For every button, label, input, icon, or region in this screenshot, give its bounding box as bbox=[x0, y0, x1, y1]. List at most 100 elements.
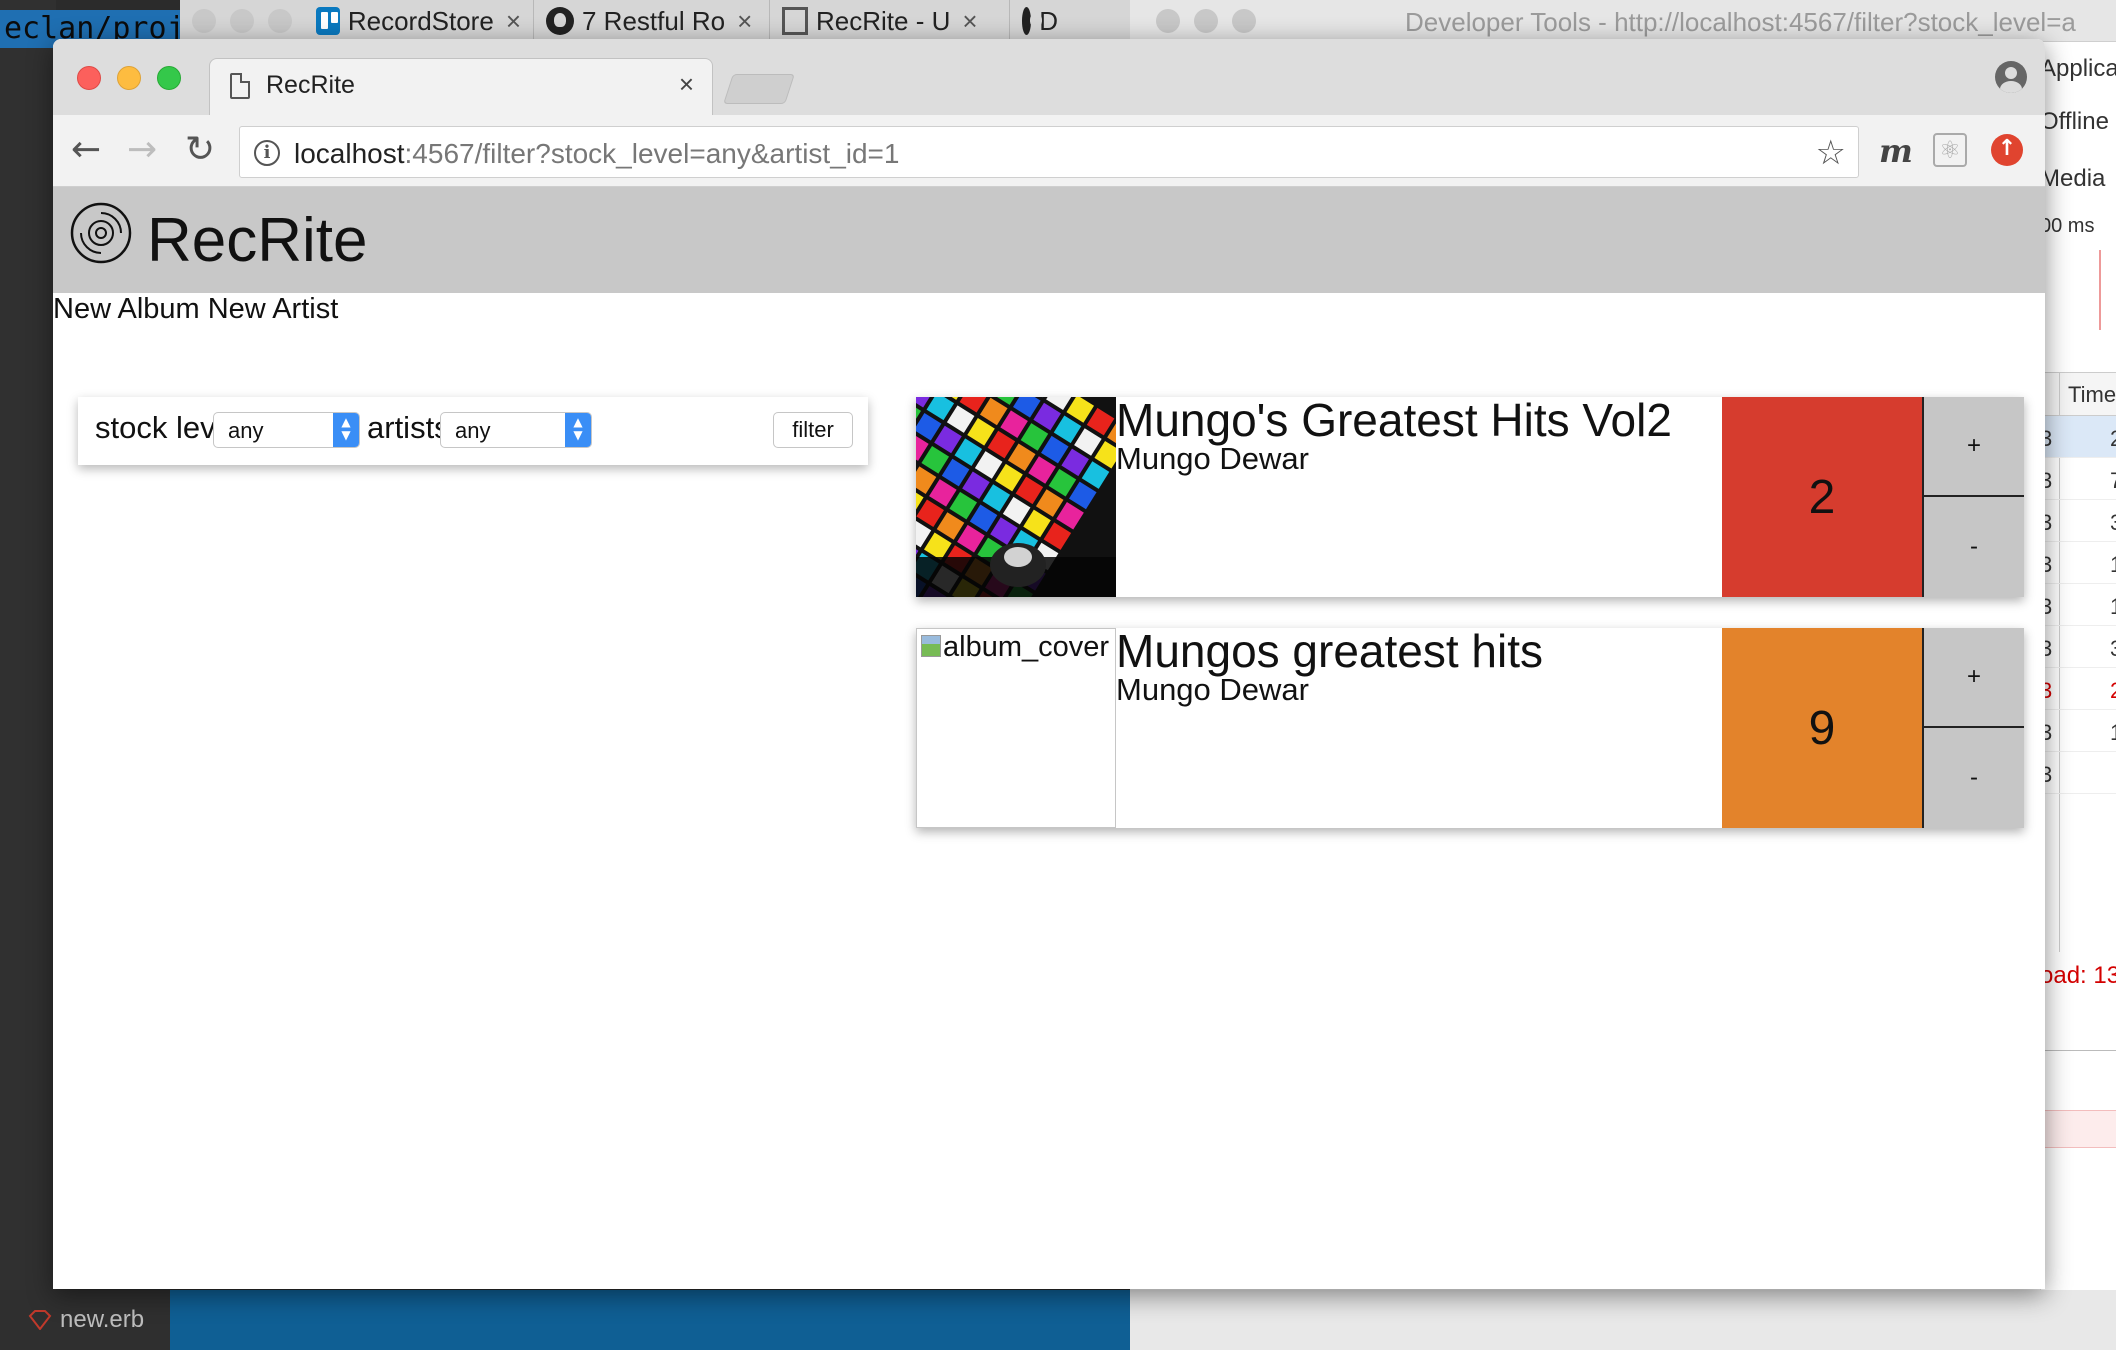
filter-button[interactable]: filter bbox=[773, 412, 853, 448]
network-row-time: 2 bbox=[2110, 678, 2116, 704]
editor-file-tab[interactable]: new.erb bbox=[0, 1290, 170, 1350]
page-icon bbox=[230, 73, 250, 99]
stock-count: 9 bbox=[1722, 628, 1924, 828]
artists-select[interactable]: any ▲ ▼ bbox=[440, 412, 592, 448]
tab-recrite[interactable]: RecRite × bbox=[209, 58, 713, 116]
background-tab-recordstore[interactable]: RecordStore × bbox=[304, 0, 534, 42]
info-icon[interactable]: i bbox=[254, 140, 280, 166]
devtools-title: Developer Tools - http://localhost:4567/… bbox=[1405, 7, 2076, 37]
network-row-time: 1 bbox=[2110, 720, 2116, 746]
new-album-link[interactable]: New Album bbox=[53, 293, 200, 325]
minimize-window-button[interactable] bbox=[117, 66, 141, 90]
extension-m-icon[interactable]: m bbox=[1879, 132, 1913, 170]
browser-toolbar: ← → ↻ i localhost:4567/filter?stock_leve… bbox=[53, 115, 2045, 187]
background-tab-recrite[interactable]: RecRite - U × bbox=[770, 0, 1010, 42]
stock-level-select[interactable]: any ▲ ▼ bbox=[213, 412, 360, 448]
increase-stock-button[interactable]: + bbox=[1924, 397, 2024, 497]
page-icon bbox=[782, 7, 808, 35]
network-row-time: 2 bbox=[2110, 426, 2116, 452]
album-title[interactable]: Mungo's Greatest Hits Vol2 bbox=[1116, 393, 1672, 447]
browser-titlebar: RecRite × bbox=[53, 39, 2045, 116]
page-viewport: RecRite New Album New Artist stock level… bbox=[53, 187, 2045, 1289]
new-tab-button[interactable] bbox=[723, 74, 795, 104]
url-host: localhost bbox=[294, 138, 405, 169]
site-title[interactable]: RecRite bbox=[147, 205, 368, 276]
timeline-marker bbox=[2099, 250, 2101, 330]
new-artist-link[interactable]: New Artist bbox=[208, 293, 339, 325]
stock-count: 2 bbox=[1722, 397, 1924, 597]
forward-arrow-icon[interactable]: → bbox=[127, 131, 157, 169]
devtools-window-controls bbox=[1144, 9, 1268, 33]
github-icon bbox=[546, 7, 574, 35]
background-tab-restful[interactable]: 7 Restful Ro × bbox=[534, 0, 770, 42]
disco-tiles-cover bbox=[916, 397, 1116, 597]
trello-icon bbox=[316, 7, 340, 35]
network-row[interactable]: 37 bbox=[2040, 458, 2116, 500]
reload-icon[interactable]: ↻ bbox=[185, 131, 215, 169]
react-devtools-icon[interactable]: ⚛ bbox=[1933, 133, 1967, 167]
broken-image-icon bbox=[921, 635, 941, 657]
network-row[interactable]: 33 bbox=[2040, 626, 2116, 668]
background-tab-label: D bbox=[1039, 5, 1058, 36]
time-column-header[interactable]: Time bbox=[2068, 382, 2116, 408]
network-row[interactable]: 32 bbox=[2040, 416, 2116, 458]
network-row[interactable]: 31 bbox=[2040, 542, 2116, 584]
background-tab-label: 7 Restful Ro bbox=[582, 5, 726, 36]
devtools-menu-application[interactable]: Applica bbox=[2040, 55, 2116, 83]
network-row[interactable]: 31 bbox=[2040, 584, 2116, 626]
close-icon[interactable]: × bbox=[506, 6, 521, 37]
background-tab-github[interactable]: D bbox=[1010, 0, 1070, 42]
tab-title: RecRite bbox=[266, 71, 355, 99]
ruby-icon bbox=[28, 1310, 52, 1330]
album-cover-image[interactable] bbox=[916, 397, 1116, 597]
filter-form: stock level any ▲ ▼ artists any ▲ ▼ filter bbox=[78, 397, 868, 465]
album-cover-image[interactable]: album_cover bbox=[916, 628, 1116, 828]
upload-extension-icon[interactable]: ↑ bbox=[1991, 134, 2023, 166]
close-icon[interactable]: × bbox=[737, 6, 752, 37]
album-title[interactable]: Mungos greatest hits bbox=[1116, 624, 1543, 678]
console-error-line bbox=[2040, 1110, 2116, 1148]
network-row-time: 3 bbox=[2110, 636, 2116, 662]
background-browser-tabstrip: RecordStore × 7 Restful Ro × RecRite - U… bbox=[180, 0, 1130, 42]
address-bar[interactable]: i localhost:4567/filter?stock_level=any&… bbox=[239, 126, 1859, 178]
devtools-divider bbox=[2040, 1050, 2116, 1051]
browser-window: RecRite × ← → ↻ i localhost:4567/filter?… bbox=[53, 39, 2045, 1289]
site-nav: New Album New Artist bbox=[53, 293, 338, 326]
devtools-menu-media[interactable]: Media bbox=[2040, 165, 2105, 193]
background-tab-label: RecRite - U bbox=[816, 5, 951, 36]
url-text[interactable]: localhost:4567/filter?stock_level=any&ar… bbox=[294, 138, 899, 170]
devtools-titlebar: Developer Tools - http://localhost:4567/… bbox=[1130, 0, 2116, 42]
album-artist[interactable]: Mungo Dewar bbox=[1116, 441, 1309, 477]
network-row[interactable]: 33 bbox=[2040, 500, 2116, 542]
network-row[interactable]: 31 bbox=[2040, 710, 2116, 752]
devtools-menu-offline[interactable]: Offline bbox=[2040, 108, 2109, 136]
close-window-button[interactable] bbox=[77, 66, 101, 90]
background-gray-area bbox=[1130, 1290, 2116, 1350]
maximize-window-button[interactable] bbox=[157, 66, 181, 90]
album-cover-alt-text: album_cover bbox=[943, 631, 1110, 663]
load-time-text: oad: 13 bbox=[2040, 962, 2116, 989]
background-window-controls bbox=[180, 9, 304, 33]
close-icon[interactable]: × bbox=[679, 69, 694, 100]
vinyl-record-icon bbox=[70, 202, 132, 264]
network-row[interactable]: 32 bbox=[2040, 668, 2116, 710]
bookmark-star-icon[interactable]: ☆ bbox=[1816, 133, 1846, 173]
profile-icon[interactable] bbox=[1995, 61, 2027, 93]
decrease-stock-button[interactable]: - bbox=[1924, 728, 2024, 828]
network-row-time: 1 bbox=[2110, 594, 2116, 620]
artists-value: any bbox=[455, 418, 491, 443]
artists-label: artists bbox=[367, 410, 450, 445]
network-row-time: 7 bbox=[2110, 468, 2116, 494]
select-arrows-icon: ▲ ▼ bbox=[333, 413, 359, 447]
back-arrow-icon[interactable]: ← bbox=[71, 131, 101, 169]
url-path: :4567/filter?stock_level=any&artist_id=1 bbox=[404, 138, 900, 169]
window-controls bbox=[77, 66, 181, 90]
decrease-stock-button[interactable]: - bbox=[1924, 497, 2024, 597]
album-card: Mungo's Greatest Hits Vol2 Mungo Dewar 2… bbox=[916, 394, 2024, 597]
network-row[interactable]: 3 bbox=[2040, 752, 2116, 794]
album-artist[interactable]: Mungo Dewar bbox=[1116, 672, 1309, 708]
network-row-time: 1 bbox=[2110, 552, 2116, 578]
close-icon[interactable]: × bbox=[962, 6, 977, 37]
increase-stock-button[interactable]: + bbox=[1924, 628, 2024, 728]
timeline-label: 00 ms bbox=[2040, 215, 2095, 237]
